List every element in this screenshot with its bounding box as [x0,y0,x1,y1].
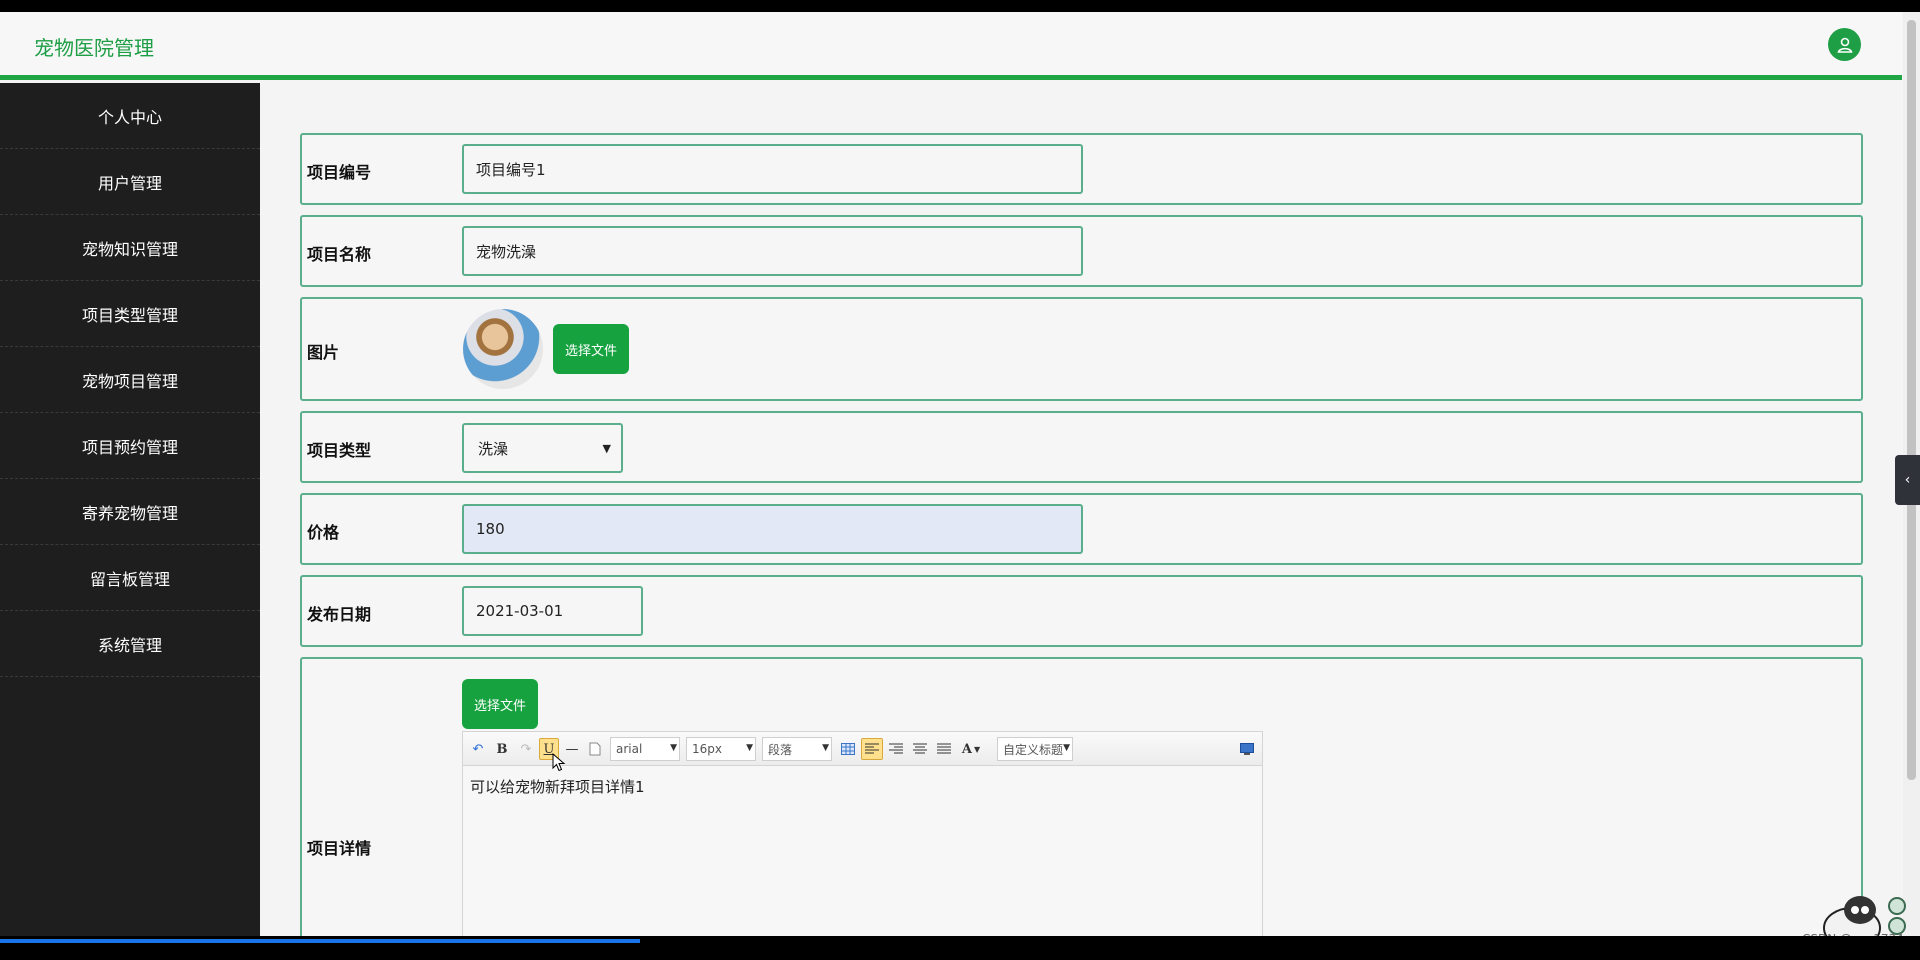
sidebar-item-label: 项目预约管理 [81,437,178,457]
sidebar-item-label: 个人中心 [97,107,162,127]
collapse-panel-button[interactable]: ‹ [1895,455,1920,505]
choose-file-button[interactable]: 选择文件 [462,679,538,729]
paragraph-select[interactable]: 段落 ▼ [762,737,832,761]
form-row-detail: 项目详情 选择文件 ↶ B ↷ U — arial ▼ 16px ▼ 段落 ▼ … [300,657,1863,948]
project-name-input[interactable] [462,226,1083,276]
form-row-price: 价格 [300,493,1863,565]
project-code-input[interactable] [462,144,1083,194]
font-size-value: 16px [692,742,722,756]
field-label: 项目类型 [307,441,372,460]
align-center-icon[interactable] [911,738,929,760]
font-size-select[interactable]: 16px ▼ [686,737,756,761]
align-right-icon[interactable] [887,738,905,760]
form-row-name: 项目名称 [300,215,1863,287]
select-value: 洗澡 [478,439,509,458]
editor-content[interactable]: 可以给宠物新拜项目详情1 [463,766,1262,807]
fullscreen-icon[interactable] [1237,738,1257,760]
sidebar-item-project-types[interactable]: 项目类型管理 [0,281,260,347]
project-type-select[interactable]: 洗澡 ▼ [462,423,623,473]
undo-icon[interactable]: ↶ [469,738,487,760]
redo-icon[interactable]: ↷ [517,738,535,760]
scrollbar-thumb[interactable] [1907,20,1916,780]
custom-title-select[interactable]: 自定义标题 ▼ [997,737,1073,761]
chevron-down-icon: ▼ [822,743,829,753]
field-label: 项目编号 [307,163,372,182]
sidebar-item-label: 留言板管理 [89,569,170,589]
editor-toolbar: ↶ B ↷ U — arial ▼ 16px ▼ 段落 ▼ A ▼ 自定义标题 … [463,732,1262,766]
chevron-down-icon: ▼ [746,743,753,753]
field-label: 价格 [307,523,340,542]
video-progress-bar[interactable] [0,936,1920,948]
chevron-down-icon: ▼ [602,442,611,455]
chevron-left-icon: ‹ [1904,472,1911,488]
form-row-image: 图片 选择文件 [300,297,1863,401]
field-label: 项目详情 [307,839,372,858]
sidebar-item-message-board[interactable]: 留言板管理 [0,545,260,611]
sidebar-item-label: 项目类型管理 [81,305,178,325]
user-avatar-button[interactable] [1828,28,1861,61]
publish-date-input[interactable] [462,586,643,636]
price-input[interactable] [462,504,1083,554]
sidebar-item-profile[interactable]: 个人中心 [0,83,260,149]
sidebar-item-appointments[interactable]: 项目预约管理 [0,413,260,479]
user-icon [1837,37,1852,53]
sidebar-item-pet-projects[interactable]: 宠物项目管理 [0,347,260,413]
app-window: 宠物医院管理 个人中心 用户管理 宠物知识管理 项目类型管理 宠物项目管理 项目… [0,12,1920,948]
sidebar-item-label: 系统管理 [97,635,162,655]
font-color-button[interactable]: A ▼ [959,738,983,760]
chevron-down-icon: ▼ [1063,743,1070,753]
chevron-down-icon: ▼ [670,743,677,753]
sidebar-item-users[interactable]: 用户管理 [0,149,260,215]
form-row-type: 项目类型 洗澡 ▼ [300,411,1863,483]
form-row-code: 项目编号 [300,133,1863,205]
align-justify-icon[interactable] [935,738,953,760]
top-header: 宠物医院管理 [0,12,1902,80]
font-family-value: arial [616,742,643,756]
progress-fill [0,939,640,943]
sidebar-item-system[interactable]: 系统管理 [0,611,260,677]
font-family-select[interactable]: arial ▼ [610,737,680,761]
font-color-label: A [961,741,972,757]
sidebar-item-boarding[interactable]: 寄养宠物管理 [0,479,260,545]
page-icon[interactable] [587,738,603,760]
form-row-date: 发布日期 [300,575,1863,647]
rich-text-editor: ↶ B ↷ U — arial ▼ 16px ▼ 段落 ▼ A ▼ 自定义标题 … [462,731,1263,948]
sidebar-item-label: 寄养宠物管理 [81,503,178,523]
main-content: 项目编号 项目名称 图片 选择文件 项目类型 洗澡 ▼ 价格 发布日期 [260,83,1903,948]
bold-button[interactable]: B [493,738,511,760]
field-label: 项目名称 [307,245,372,264]
table-icon[interactable] [839,738,857,760]
choose-image-button[interactable]: 选择文件 [553,324,629,374]
sidebar-item-pet-knowledge[interactable]: 宠物知识管理 [0,215,260,281]
align-left-icon[interactable] [861,738,883,760]
field-label: 发布日期 [307,605,372,624]
custom-title-value: 自定义标题 [1003,742,1064,757]
sidebar-item-label: 用户管理 [97,173,162,193]
pet-image-preview [463,309,543,389]
sidebar-item-label: 宠物知识管理 [81,239,178,259]
chevron-down-icon: ▼ [973,744,981,754]
field-label: 图片 [307,343,340,362]
sidebar-item-label: 宠物项目管理 [81,371,178,391]
app-title: 宠物医院管理 [34,36,154,60]
mouse-cursor-icon [552,753,566,772]
sidebar: 个人中心 用户管理 宠物知识管理 项目类型管理 宠物项目管理 项目预约管理 寄养… [0,83,260,948]
paragraph-value: 段落 [768,742,793,757]
